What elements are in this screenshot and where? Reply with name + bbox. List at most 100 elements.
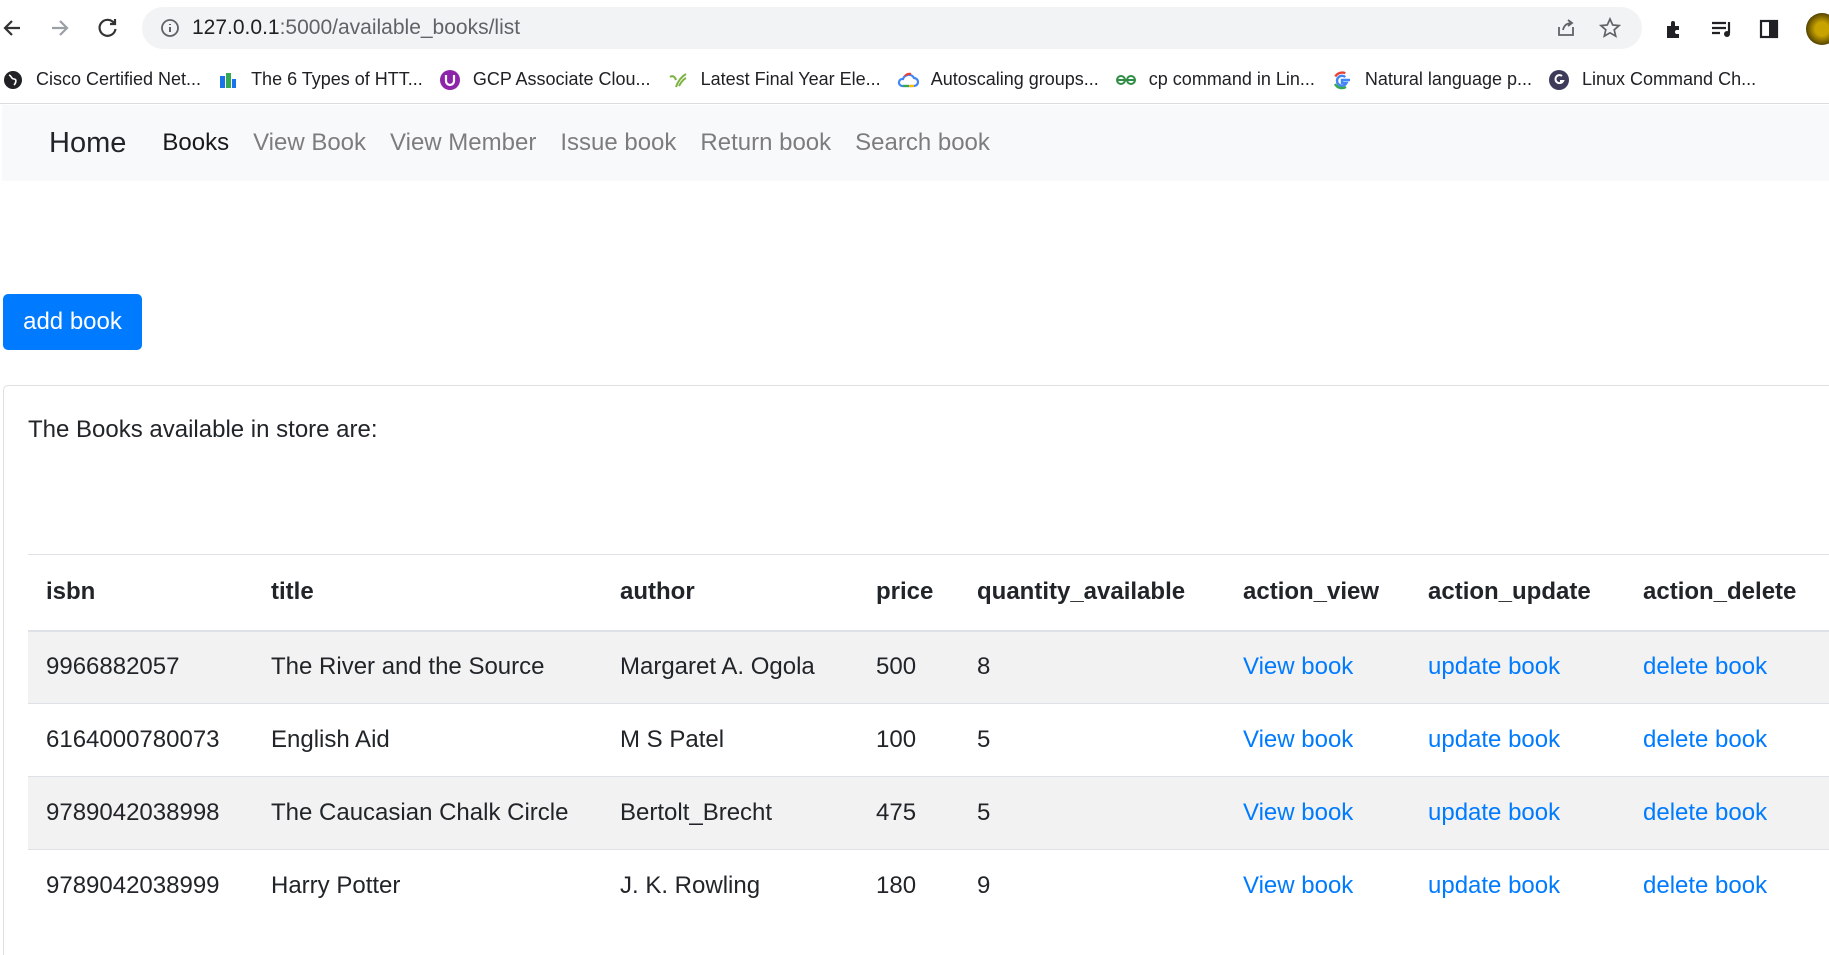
- url-path: :5000/available_books/list: [279, 16, 521, 39]
- share-icon[interactable]: [1554, 16, 1578, 40]
- cell-quantity: 9: [959, 849, 1225, 923]
- cell-action-update: update book: [1410, 703, 1625, 777]
- cell-title: The Caucasian Chalk Circle: [253, 776, 602, 850]
- bookmark-label: The 6 Types of HTT...: [251, 69, 423, 89]
- view-book-link[interactable]: View book: [1243, 799, 1353, 826]
- cell-action-delete: delete book: [1625, 630, 1829, 704]
- delete-book-link[interactable]: delete book: [1643, 726, 1767, 753]
- column-header-action-view: action_view: [1225, 554, 1410, 632]
- bookmark-label: Linux Command Ch...: [1582, 69, 1757, 89]
- column-header-action-update: action_update: [1410, 554, 1625, 632]
- view-book-link[interactable]: View book: [1243, 872, 1353, 899]
- nav-link-return-book[interactable]: Return book: [700, 129, 831, 157]
- cell-author: Bertolt_Brecht: [602, 776, 858, 850]
- delete-book-link[interactable]: delete book: [1643, 799, 1767, 826]
- cell-author: Margaret A. Ogola: [602, 630, 858, 704]
- bookmark-item[interactable]: Autoscaling groups...: [893, 63, 1111, 97]
- books-card: The Books available in store are: isbn t…: [3, 385, 1829, 955]
- cell-isbn: 9789042038999: [28, 849, 253, 923]
- cell-isbn: 6164000780073: [28, 703, 253, 777]
- cell-title: The River and the Source: [253, 630, 602, 704]
- bookmark-star-icon[interactable]: [1598, 16, 1622, 40]
- forward-icon[interactable]: [42, 10, 78, 46]
- update-book-link[interactable]: update book: [1428, 799, 1560, 826]
- cell-price: 500: [858, 630, 959, 704]
- update-book-link[interactable]: update book: [1428, 872, 1560, 899]
- g-circle-icon: [1548, 69, 1570, 91]
- table-row: 9789042038998 The Caucasian Chalk Circle…: [28, 776, 1829, 850]
- navbar-brand[interactable]: Home: [49, 127, 126, 160]
- column-header-isbn: isbn: [28, 554, 253, 632]
- add-book-button[interactable]: add book: [3, 294, 142, 350]
- delete-book-link[interactable]: delete book: [1643, 872, 1767, 899]
- bookmark-label: GCP Associate Clou...: [472, 69, 651, 89]
- column-header-title: title: [253, 554, 602, 632]
- app-navbar: Home Books View Book View Member Issue b…: [2, 105, 1829, 181]
- cell-quantity: 5: [959, 776, 1225, 850]
- cell-action-delete: delete book: [1625, 849, 1829, 923]
- nav-link-search-book[interactable]: Search book: [855, 129, 990, 157]
- view-book-link[interactable]: View book: [1243, 726, 1353, 753]
- cell-action-view: View book: [1225, 849, 1410, 923]
- back-icon[interactable]: [0, 10, 30, 46]
- update-book-link[interactable]: update book: [1428, 726, 1560, 753]
- google-icon: [1331, 69, 1353, 91]
- cell-author: J. K. Rowling: [602, 849, 858, 923]
- leaf-icon: [667, 69, 689, 91]
- cell-action-view: View book: [1225, 703, 1410, 777]
- column-header-author: author: [602, 554, 858, 632]
- profile-avatar[interactable]: [1806, 13, 1829, 45]
- side-panel-icon[interactable]: [1756, 16, 1782, 42]
- cell-action-delete: delete book: [1625, 776, 1829, 850]
- update-book-link[interactable]: update book: [1428, 653, 1560, 680]
- gfg-icon: [1115, 69, 1137, 91]
- nav-link-view-member[interactable]: View Member: [390, 129, 536, 157]
- globe-icon: [2, 69, 24, 91]
- nav-link-issue-book[interactable]: Issue book: [560, 129, 676, 157]
- site-info-icon[interactable]: [158, 16, 182, 40]
- table-row: 6164000780073 English Aid M S Patel 100 …: [28, 703, 1829, 777]
- nav-link-view-book[interactable]: View Book: [253, 129, 366, 157]
- bookmark-item[interactable]: Natural language p...: [1327, 63, 1544, 97]
- cell-isbn: 9966882057: [28, 630, 253, 704]
- cell-price: 180: [858, 849, 959, 923]
- bookmark-item[interactable]: Linux Command Ch...: [1544, 63, 1768, 97]
- books-table: isbn title author price quantity_availab…: [28, 554, 1829, 923]
- view-book-link[interactable]: View book: [1243, 653, 1353, 680]
- extensions-icon[interactable]: [1661, 16, 1687, 42]
- table-row: 9966882057 The River and the Source Marg…: [28, 630, 1829, 704]
- bookmark-item[interactable]: Latest Final Year Ele...: [663, 63, 893, 97]
- reload-icon[interactable]: [90, 10, 126, 46]
- cell-action-update: update book: [1410, 849, 1625, 923]
- delete-book-link[interactable]: delete book: [1643, 653, 1767, 680]
- cloud-icon: [897, 69, 919, 91]
- bookmark-item[interactable]: cp command in Lin...: [1111, 63, 1327, 97]
- column-header-quantity: quantity_available: [959, 554, 1225, 632]
- bookmarks-bar: Cisco Certified Net... The 6 Types of HT…: [0, 56, 1829, 104]
- bookmark-label: Latest Final Year Ele...: [700, 69, 881, 89]
- column-header-action-delete: action_delete: [1625, 554, 1829, 632]
- bookmark-item[interactable]: The 6 Types of HTT...: [213, 63, 435, 97]
- url-text: 127.0.0.1:5000/available_books/list: [192, 16, 520, 40]
- column-header-price: price: [858, 554, 959, 632]
- cell-quantity: 5: [959, 703, 1225, 777]
- cell-price: 475: [858, 776, 959, 850]
- media-control-icon[interactable]: [1709, 16, 1735, 42]
- url-host: 127.0.0.1: [192, 16, 280, 39]
- cell-action-update: update book: [1410, 776, 1625, 850]
- bookmark-label: cp command in Lin...: [1148, 69, 1315, 89]
- cell-author: M S Patel: [602, 703, 858, 777]
- bookmark-label: Natural language p...: [1364, 69, 1532, 89]
- table-row: 9789042038999 Harry Potter J. K. Rowling…: [28, 849, 1829, 923]
- bookmark-item[interactable]: GCP Associate Clou...: [435, 63, 663, 97]
- cell-quantity: 8: [959, 630, 1225, 704]
- cell-title: Harry Potter: [253, 849, 602, 923]
- u-icon: [439, 69, 461, 91]
- address-bar[interactable]: 127.0.0.1:5000/available_books/list: [142, 7, 1642, 49]
- bookmark-item[interactable]: Cisco Certified Net...: [0, 63, 213, 97]
- nav-link-books[interactable]: Books: [162, 129, 229, 157]
- bars-icon: [217, 69, 239, 91]
- cell-price: 100: [858, 703, 959, 777]
- cell-isbn: 9789042038998: [28, 776, 253, 850]
- cell-action-view: View book: [1225, 630, 1410, 704]
